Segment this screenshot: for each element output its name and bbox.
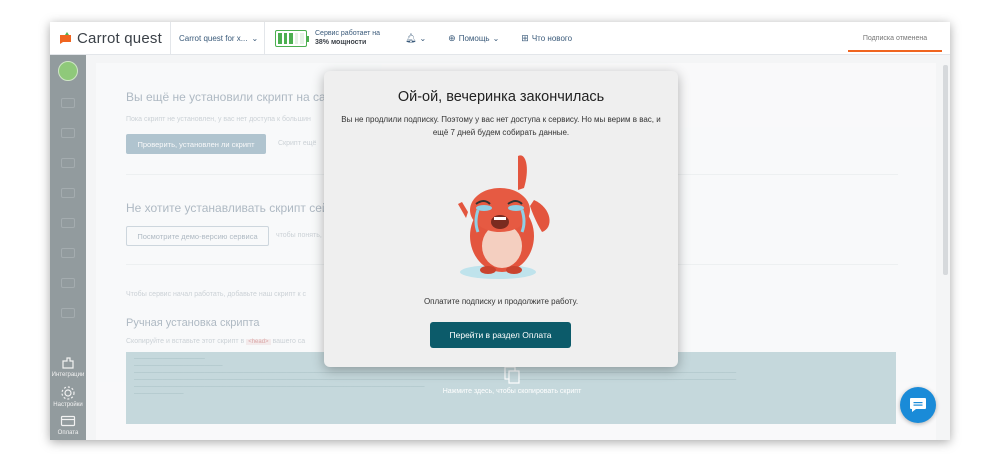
- top-bar: Carrot quest Carrot quest for x... ⌄ Сер…: [50, 22, 950, 55]
- avatar[interactable]: [58, 61, 78, 81]
- chat-button[interactable]: [900, 387, 936, 423]
- sidebar-faded-icon[interactable]: [61, 308, 75, 318]
- copy-script-label: Нажмите здесь, чтобы скопировать скрипт: [442, 388, 582, 395]
- subscription-status-label: Подписка отменена: [862, 35, 928, 42]
- heading-no-install: Не хотите устанавливать скрипт сейчас?: [126, 201, 355, 215]
- go-to-payment-button[interactable]: Перейти в раздел Оплата: [430, 322, 571, 348]
- chat-icon: [910, 398, 926, 412]
- service-status-text: Сервис работает на 38% мощности: [315, 29, 380, 47]
- project-selector[interactable]: Carrot quest for x... ⌄: [170, 22, 265, 54]
- logo[interactable]: Carrot quest: [50, 22, 170, 54]
- copy-icon: [504, 366, 520, 384]
- sidebar-item-label: Интеграции: [51, 372, 85, 378]
- gear-icon: [61, 386, 75, 400]
- service-status[interactable]: Сервис работает на 38% мощности: [265, 22, 395, 54]
- service-status-line1: Сервис работает на: [315, 30, 381, 37]
- head-tag: <head>: [246, 339, 271, 345]
- modal-text: Вы не продлили подписку. Поэтому у вас н…: [341, 115, 661, 137]
- sidebar-item-settings[interactable]: Настройки: [50, 385, 86, 408]
- modal-title: Ой-ой, вечеринка закончилась: [397, 89, 605, 105]
- sidebar-faded-icon[interactable]: [61, 188, 75, 198]
- subscription-expired-modal: Ой-ой, вечеринка закончилась Вы не продл…: [324, 71, 678, 367]
- whats-new-link[interactable]: ⊞ Что нового: [521, 22, 572, 54]
- subscription-status[interactable]: Подписка отменена: [840, 22, 950, 55]
- logo-text: Carrot quest: [77, 29, 162, 47]
- heading-script-not-installed: Вы ещё не установили скрипт на сай: [126, 90, 333, 104]
- copy-script-button[interactable]: Нажмите здесь, чтобы скопировать скрипт: [126, 366, 898, 395]
- whats-new-label: Что нового: [531, 33, 573, 43]
- demo-button[interactable]: Посмотрите демо-версию сервиса: [126, 226, 269, 246]
- notifications-button[interactable]: 🔔︎ ⌄: [405, 22, 426, 54]
- manual-hint-after: вашего са: [272, 338, 306, 345]
- script-hint: Пока скрипт не установлен, у вас нет дос…: [126, 116, 311, 123]
- modal-note: Оплатите подписку и продолжите работу.: [423, 297, 579, 306]
- sidebar-faded-icon[interactable]: [61, 128, 75, 138]
- chevron-down-icon: ⌄: [419, 33, 427, 43]
- sidebar-faded-icon[interactable]: [61, 248, 75, 258]
- project-name: Carrot quest for x...: [179, 33, 248, 43]
- check-script-button[interactable]: Проверить, установлен ли скрипт: [126, 134, 266, 154]
- help-menu[interactable]: ⊕ Помощь ⌄: [448, 22, 499, 54]
- battery-icon: [275, 29, 309, 47]
- integrations-icon: [62, 357, 74, 369]
- sidebar: Интеграции Настройки Оплата: [50, 55, 86, 440]
- demo-hint: чтобы понять,: [276, 232, 322, 239]
- sidebar-item-label: Оплата: [57, 430, 79, 436]
- manual-install-hint: Скопируйте и вставьте этот скрипт в <hea…: [126, 338, 305, 345]
- service-status-line2: 38% мощности: [315, 39, 367, 46]
- sidebar-faded-icon[interactable]: [61, 278, 75, 288]
- manual-install-heading: Ручная установка скрипта: [126, 317, 260, 329]
- chevron-down-icon: ⌄: [251, 33, 259, 43]
- sidebar-faded-icon[interactable]: [61, 158, 75, 168]
- sidebar-faded-icon[interactable]: [61, 218, 75, 228]
- crying-rabbit-icon: [458, 155, 550, 279]
- sidebar-item-integrations[interactable]: Интеграции: [50, 355, 86, 378]
- manual-hint-before: Скопируйте и вставьте этот скрипт в: [126, 338, 245, 345]
- gift-icon: ⊞: [521, 32, 529, 43]
- scrollbar[interactable]: [943, 65, 948, 275]
- sidebar-faded-icon[interactable]: [61, 98, 75, 108]
- chevron-down-icon: ⌄: [492, 33, 500, 43]
- carrot-logo-icon: [60, 32, 71, 44]
- card-icon: [60, 415, 76, 427]
- bell-icon: 🔔︎: [405, 32, 417, 43]
- intro-text: Чтобы сервис начал работать, добавьте на…: [126, 291, 306, 298]
- help-label: Помощь: [458, 33, 490, 43]
- sidebar-item-label: Настройки: [53, 402, 83, 408]
- sidebar-item-payment[interactable]: Оплата: [50, 413, 86, 436]
- script-hint-2: Скрипт ещё: [278, 140, 317, 147]
- help-icon: ⊕: [448, 32, 456, 43]
